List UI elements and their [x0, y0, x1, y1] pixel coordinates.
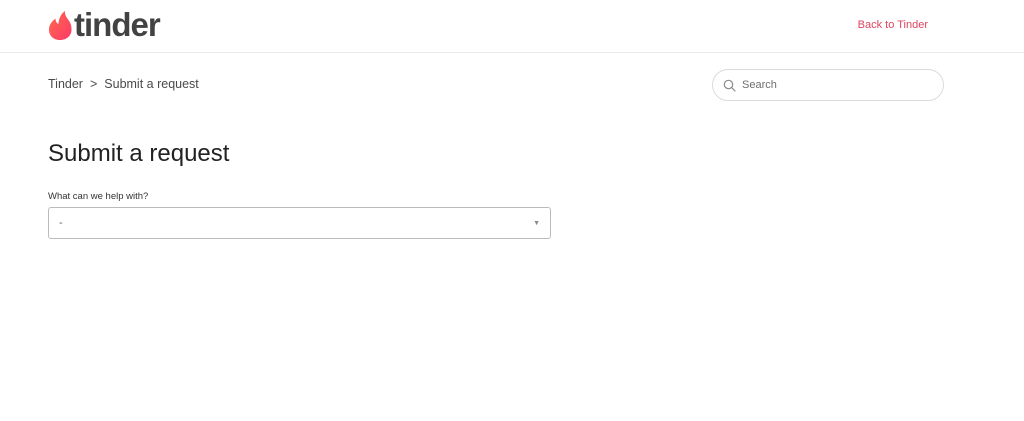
- breadcrumb: Tinder > Submit a request: [48, 77, 199, 91]
- breadcrumb-current: Submit a request: [104, 77, 199, 91]
- back-to-tinder-link[interactable]: Back to Tinder: [858, 19, 928, 31]
- logo-wordmark: tinder: [74, 6, 161, 43]
- select-value: -: [59, 217, 63, 229]
- search-icon: [723, 79, 736, 92]
- page-title: Submit a request: [48, 140, 230, 167]
- tinder-logo[interactable]: tinder: [48, 6, 161, 43]
- flame-icon: [49, 10, 72, 40]
- site-header: tinder Back to Tinder: [0, 0, 1024, 53]
- breadcrumb-home[interactable]: Tinder: [48, 77, 83, 91]
- request-type-label: What can we help with?: [48, 191, 149, 202]
- search-box[interactable]: [712, 69, 944, 101]
- caret-down-icon: ▼: [533, 219, 540, 227]
- breadcrumb-separator: >: [89, 77, 98, 91]
- request-type-select[interactable]: - ▼: [48, 207, 551, 239]
- search-input[interactable]: [742, 79, 932, 91]
